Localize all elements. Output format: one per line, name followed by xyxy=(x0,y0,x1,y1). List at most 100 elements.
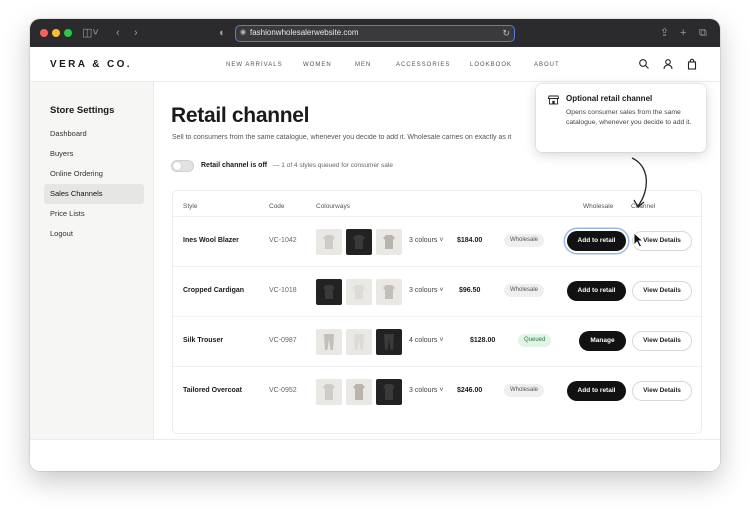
sidebar-item-price-lists[interactable]: Price Lists xyxy=(44,204,144,224)
nav-new-arrivals[interactable]: NEW ARRIVALS xyxy=(226,62,283,68)
colour-swatch-coat[interactable] xyxy=(346,379,372,405)
storefront-icon xyxy=(548,95,559,105)
status-badge: Wholesale xyxy=(504,384,545,397)
style-name: Silk Trouser xyxy=(183,337,224,344)
style-code: VC-0952 xyxy=(269,387,297,394)
privacy-shield-icon[interactable]: ◐ xyxy=(219,25,226,41)
retail-channel-tooltip: Optional retail channel Opens consumer s… xyxy=(536,84,706,152)
colour-count-dropdown[interactable]: 3 colours ˅ xyxy=(409,237,443,244)
tab-overview-icon[interactable]: ⧉ xyxy=(699,25,707,41)
colour-swatch-coat[interactable] xyxy=(376,379,402,405)
nav-lookbook[interactable]: LOOKBOOK xyxy=(470,62,512,68)
coat-icon xyxy=(353,384,365,400)
sidebar-item-buyers[interactable]: Buyers xyxy=(44,144,144,164)
colour-swatch-jacket[interactable] xyxy=(316,229,342,255)
colour-swatch-cardigan[interactable] xyxy=(376,279,402,305)
style-name: Cropped Cardigan xyxy=(183,287,245,294)
status-badge: Queued xyxy=(518,334,552,347)
add-to-retail-button[interactable]: Add to retail xyxy=(567,381,626,401)
jacket-icon xyxy=(353,235,365,249)
style-code: VC-0987 xyxy=(269,337,297,344)
account-icon[interactable] xyxy=(662,58,674,70)
header-colourways: Colourways xyxy=(316,203,350,210)
wholesale-price: $96.50 xyxy=(459,287,481,294)
page-title: Retail channel xyxy=(171,104,310,127)
wholesale-price: $246.00 xyxy=(457,387,483,394)
close-window-button[interactable] xyxy=(40,29,48,37)
table-row: Tailored Overcoat VC-0952 3 colours ˅ $2… xyxy=(173,366,701,416)
colour-swatch-cardigan[interactable] xyxy=(316,279,342,305)
colour-count-dropdown[interactable]: 4 colours ˅ xyxy=(409,337,443,344)
new-tab-icon[interactable]: + xyxy=(680,25,686,41)
chevron-down-icon: ˅ xyxy=(439,337,444,344)
nav-accessories[interactable]: ACCESSORIES xyxy=(396,62,450,68)
nav-women[interactable]: WOMEN xyxy=(303,62,332,68)
nav-men[interactable]: MEN xyxy=(355,62,371,68)
view-details-button[interactable]: View Details xyxy=(632,381,692,401)
colour-swatch-trouser[interactable] xyxy=(376,329,402,355)
colour-swatch-trouser[interactable] xyxy=(316,329,342,355)
settings-sidebar: Store Settings Dashboard Buyers Online O… xyxy=(30,82,154,439)
sidebar-item-dashboard[interactable]: Dashboard xyxy=(44,124,144,144)
add-to-retail-button[interactable]: Add to retail xyxy=(567,281,626,301)
style-code: VC-1018 xyxy=(269,287,297,294)
table-row: Silk Trouser VC-0987 4 colours ˅ $128.00… xyxy=(173,316,701,366)
table-row: Ines Wool Blazer VC-1042 3 colours ˅ $18… xyxy=(173,216,701,266)
view-details-button[interactable]: View Details xyxy=(632,281,692,301)
nav-about[interactable]: ABOUT xyxy=(534,62,560,68)
colour-swatch-coat[interactable] xyxy=(316,379,342,405)
colour-swatch-cardigan[interactable] xyxy=(346,279,372,305)
zoom-window-button[interactable] xyxy=(64,29,72,37)
colour-count: 3 colours xyxy=(409,237,438,244)
share-icon[interactable]: ⇪ xyxy=(660,25,669,41)
colour-swatch-jacket[interactable] xyxy=(346,229,372,255)
trouser-icon xyxy=(324,334,334,350)
toggle-note: — 1 of 4 styles queued for consumer sale xyxy=(273,162,393,169)
sidebar-title: Store Settings xyxy=(50,105,115,116)
trouser-icon xyxy=(384,334,394,350)
chevron-down-icon: ˅ xyxy=(439,287,444,294)
search-icon[interactable] xyxy=(638,58,650,70)
colour-count: 4 colours xyxy=(409,337,438,344)
styles-table: Style Code Colourways Wholesale Channel … xyxy=(172,190,702,434)
minimize-window-button[interactable] xyxy=(52,29,60,37)
status-badge: Wholesale xyxy=(504,234,545,247)
tooltip-title: Optional retail channel xyxy=(566,94,653,103)
sidebar-item-logout[interactable]: Logout xyxy=(44,224,144,244)
cardigan-icon xyxy=(353,285,365,299)
style-code: VC-1042 xyxy=(269,237,297,244)
colour-count-dropdown[interactable]: 3 colours ˅ xyxy=(409,387,443,394)
cardigan-icon xyxy=(383,285,395,299)
reload-icon[interactable]: ↻ xyxy=(502,26,510,40)
coat-icon xyxy=(323,384,335,400)
add-to-retail-button[interactable]: Add to retail xyxy=(567,231,626,251)
colour-swatch-jacket[interactable] xyxy=(376,229,402,255)
header-wholesale: Wholesale xyxy=(583,203,614,210)
trouser-icon xyxy=(354,334,364,350)
url-text: fashionwholesalerwebsite.com xyxy=(250,28,359,37)
manage-button[interactable]: Manage xyxy=(579,331,626,351)
sidebar-item-online-ordering[interactable]: Online Ordering xyxy=(44,164,144,184)
style-name: Tailored Overcoat xyxy=(183,387,243,394)
site-logo[interactable]: VERA & CO. xyxy=(50,59,132,70)
site-info-icon: ◉ xyxy=(240,29,247,36)
jacket-icon xyxy=(323,235,335,249)
wholesale-price: $184.00 xyxy=(457,237,483,244)
shopping-bag-icon[interactable] xyxy=(686,58,698,70)
sidebar-toggle-icon[interactable]: ◫˅ xyxy=(82,25,99,41)
mouse-cursor-icon xyxy=(633,232,645,248)
page-subtitle: Sell to consumers from the same catalogu… xyxy=(172,134,512,141)
retail-channel-toggle[interactable] xyxy=(171,160,194,172)
chevron-down-icon: ˅ xyxy=(439,387,444,394)
forward-arrow-icon[interactable]: › xyxy=(134,25,138,41)
colour-count: 3 colours xyxy=(409,387,438,394)
cardigan-icon xyxy=(323,285,335,299)
colour-swatch-trouser[interactable] xyxy=(346,329,372,355)
address-bar[interactable]: ◉ fashionwholesalerwebsite.com ↻ xyxy=(235,25,515,42)
sidebar-item-sales-channels[interactable]: Sales Channels xyxy=(44,184,144,204)
table-row: Cropped Cardigan VC-1018 3 colours ˅ $96… xyxy=(173,266,701,316)
colour-count-dropdown[interactable]: 3 colours ˅ xyxy=(409,287,443,294)
view-details-button[interactable]: View Details xyxy=(632,331,692,351)
back-arrow-icon[interactable]: ‹ xyxy=(116,25,120,41)
header-code: Code xyxy=(269,203,285,210)
